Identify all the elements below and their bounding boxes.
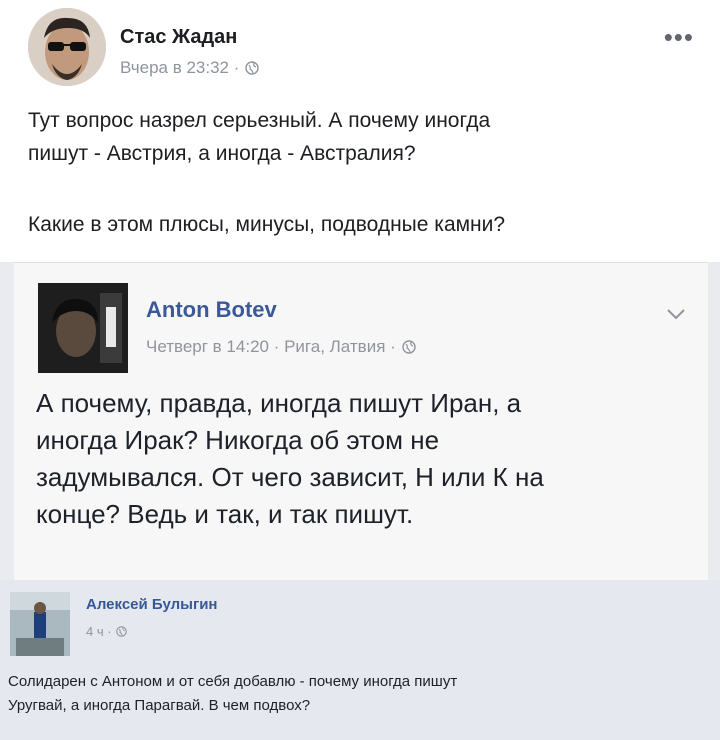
shared-text-line: конце? Ведь и так, и так пишут. xyxy=(36,499,414,529)
shared-post-body: А почему, правда, иногда пишут Иран, а и… xyxy=(36,385,676,533)
author-avatar[interactable] xyxy=(28,8,106,86)
post-timestamp[interactable]: Вчера в 23:32 · xyxy=(120,58,239,78)
shared-post-card: Anton Botev Четверг в 14:20 · Рига, Латв… xyxy=(14,262,708,581)
comment-text-line: Солидарен с Антоном и от себя добавлю - … xyxy=(8,673,458,690)
post-text-line: Какие в этом плюсы, минусы, подводные ка… xyxy=(28,213,506,236)
chevron-down-icon[interactable] xyxy=(666,307,686,325)
shared-author-name[interactable]: Anton Botev xyxy=(146,297,277,323)
shared-author-avatar xyxy=(38,283,128,373)
shared-text-line: иногда Ирак? Никогда об этом не xyxy=(36,425,440,455)
post-header: Стас Жадан Вчера в 23:32 · ••• xyxy=(28,8,700,88)
post-text-line: пишут - Австрия, а иногда - Австралия? xyxy=(28,142,416,165)
post-body: Тут вопрос назрел серьезный. А почему ин… xyxy=(28,104,688,241)
comment-meta: 4 ч · xyxy=(86,624,127,639)
globe-icon xyxy=(245,61,260,75)
shared-text-line: А почему, правда, иногда пишут Иран, а xyxy=(36,388,522,418)
shared-text-line: задумывался. От чего зависит, Н или К на xyxy=(36,462,544,492)
comment-text-line: Уругвай, а иногда Парагвай. В чем подвох… xyxy=(8,697,311,714)
shared-post-timestamp[interactable]: Четверг в 14:20 · Рига, Латвия · xyxy=(146,337,396,357)
commenter-avatar[interactable] xyxy=(10,592,70,656)
shared-post-meta: Четверг в 14:20 · Рига, Латвия · xyxy=(146,337,416,357)
comment-timestamp[interactable]: 4 ч · xyxy=(86,624,112,639)
more-options-button[interactable]: ••• xyxy=(664,22,694,53)
post-meta: Вчера в 23:32 · xyxy=(120,58,260,78)
post-text-line: Тут вопрос назрел серьезный. А почему ин… xyxy=(28,109,491,132)
globe-icon xyxy=(115,626,127,637)
author-name[interactable]: Стас Жадан xyxy=(120,26,237,49)
commenter-name[interactable]: Алексей Булыгин xyxy=(86,596,217,613)
comment: Алексей Булыгин 4 ч · Солидарен с Антоно… xyxy=(0,580,720,740)
comment-body: Солидарен с Антоном и от себя добавлю - … xyxy=(8,670,698,718)
shared-screenshot[interactable]: Anton Botev Четверг в 14:20 · Рига, Латв… xyxy=(0,262,720,740)
globe-icon xyxy=(402,340,416,354)
